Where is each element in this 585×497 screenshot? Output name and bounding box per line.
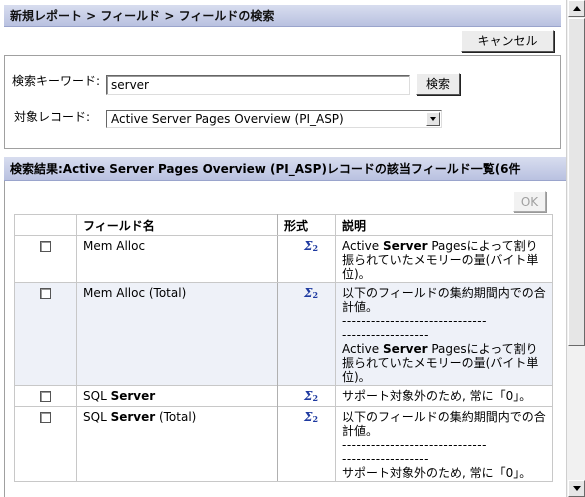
chevron-down-icon[interactable]: [426, 112, 440, 126]
record-select[interactable]: Active Server Pages Overview (PI_ASP): [106, 110, 442, 128]
description-column-header: 説明: [335, 214, 553, 236]
record-label: 対象レコード:: [14, 110, 91, 124]
scrollbar-thumb[interactable]: [568, 18, 585, 346]
field-description: サポート対象外のため, 常に「0」。: [335, 385, 553, 407]
table-row: SQL Server Σ2 サポート対象外のため, 常に「0」。: [14, 385, 553, 407]
record-select-value: Active Server Pages Overview (PI_ASP): [111, 112, 344, 126]
table-row: Mem Alloc Σ2 Active Server Pagesによって割り振ら…: [14, 235, 553, 283]
vertical-scrollbar[interactable]: [566, 0, 585, 497]
table-row: Mem Alloc (Total) Σ2 以下のフィールドの集約期間内での合計値…: [14, 282, 553, 386]
sigma-format-icon: Σ2: [304, 410, 319, 424]
table-row: SQL Server (Total) Σ2 以下のフィールドの集約期間内での合計…: [14, 406, 553, 482]
results-table: フィールド名 形式 説明 Mem Alloc Σ2 Active Server …: [14, 214, 553, 482]
breadcrumb: 新規レポート > フィールド > フィールドの検索: [4, 5, 561, 27]
field-name: Mem Alloc: [76, 235, 278, 283]
table-header-row: フィールド名 形式 説明: [14, 214, 553, 236]
row-checkbox[interactable]: [40, 391, 51, 402]
scroll-down-icon[interactable]: [568, 480, 585, 497]
field-name: SQL Server (Total): [76, 406, 278, 482]
field-name: Mem Alloc (Total): [76, 282, 278, 386]
row-checkbox[interactable]: [40, 241, 51, 252]
results-header: 検索結果:Active Server Pages Overview (PI_AS…: [4, 157, 566, 181]
field-description: Active Server Pagesによって割り振られていたメモリーの量(バイ…: [335, 235, 553, 283]
search-panel: [4, 55, 561, 149]
keyword-input[interactable]: server: [106, 75, 410, 95]
main-content: 新規レポート > フィールド > フィールドの検索 キャンセル 検索キーワード:…: [0, 0, 566, 497]
sigma-format-icon: Σ2: [304, 389, 319, 403]
ok-button[interactable]: OK: [513, 191, 546, 212]
field-description: 以下のフィールドの集約期間内での合計値。 -------------------…: [335, 282, 553, 386]
format-column-header: 形式: [277, 214, 336, 236]
search-button[interactable]: 検索: [416, 73, 460, 95]
sigma-format-icon: Σ2: [304, 286, 319, 300]
field-description: 以下のフィールドの集約期間内での合計値。 -------------------…: [335, 406, 553, 482]
field-name: SQL Server: [76, 385, 278, 407]
cancel-button[interactable]: キャンセル: [461, 30, 554, 52]
select-column-header: [14, 214, 77, 236]
row-checkbox[interactable]: [40, 288, 51, 299]
scroll-up-icon[interactable]: [568, 0, 585, 17]
sigma-format-icon: Σ2: [304, 239, 319, 253]
row-checkbox[interactable]: [40, 412, 51, 423]
keyword-label: 検索キーワード:: [12, 74, 101, 88]
field-name-column-header: フィールド名: [76, 214, 278, 236]
